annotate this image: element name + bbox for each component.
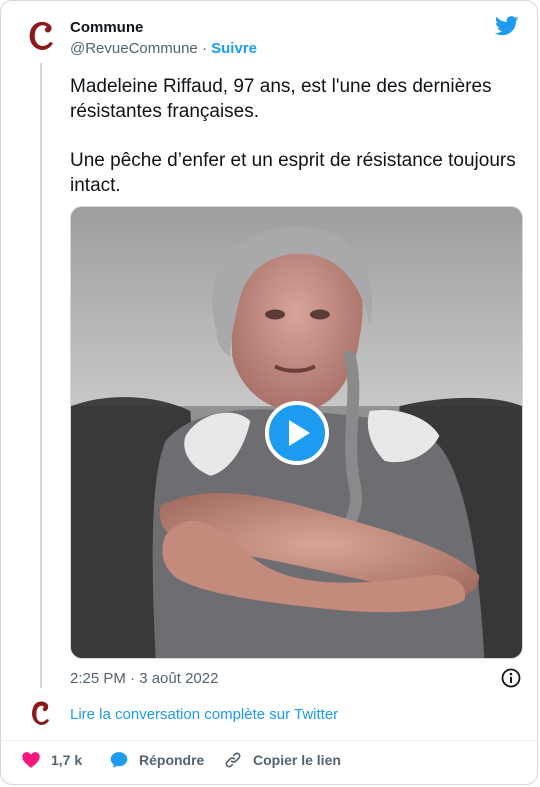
like-button[interactable]: 1,7 k (21, 746, 82, 774)
link-icon (225, 752, 241, 768)
play-button[interactable] (265, 401, 329, 465)
read-conversation-row: Lire la conversation complète sur Twitte… (21, 699, 521, 731)
handle[interactable]: @RevueCommune (70, 40, 198, 57)
copy-link-button[interactable]: Copier le lien (223, 746, 341, 774)
tweet-text: Madeleine Riffaud, 97 ans, est l'une des… (70, 74, 520, 222)
tweet-paragraph: Une pêche d’enfer et un esprit de résist… (70, 150, 521, 196)
reply-label: Répondre (139, 752, 205, 768)
copy-link-label: Copier le lien (253, 752, 341, 768)
thread-line (40, 63, 42, 688)
commune-logo-icon (29, 21, 53, 50)
display-name[interactable]: Commune (70, 19, 257, 37)
play-icon (289, 420, 310, 446)
reply-button[interactable]: Répondre (109, 746, 204, 774)
read-conversation-link[interactable]: Lire la conversation complète sur Twitte… (70, 705, 338, 725)
divider (1, 740, 537, 741)
author-names: Commune @RevueCommune · Suivre (70, 19, 257, 59)
speech-bubble-icon (110, 752, 128, 768)
video-thumbnail[interactable] (70, 206, 523, 659)
twitter-bird-icon[interactable] (495, 15, 519, 37)
follow-button[interactable]: Suivre (211, 40, 257, 57)
avatar[interactable] (21, 15, 61, 55)
handle-line: @RevueCommune · Suivre (70, 39, 257, 59)
embedded-tweet-card: Commune @RevueCommune · Suivre Madeleine… (0, 0, 538, 785)
handle-separator: · (197, 40, 212, 57)
info-icon[interactable] (501, 668, 521, 688)
tweet-header: Commune @RevueCommune · Suivre (21, 15, 519, 63)
tweet-paragraph: Madeleine Riffaud, 97 ans, est l'une des… (70, 76, 497, 122)
tweet-timestamp[interactable]: 2:25 PM · 3 août 2022 (70, 669, 218, 689)
like-count: 1,7 k (51, 752, 83, 768)
heart-icon (22, 752, 40, 768)
commune-logo-icon (31, 701, 49, 725)
action-bar: 1,7 k Répondre Copier le lien (21, 746, 521, 774)
